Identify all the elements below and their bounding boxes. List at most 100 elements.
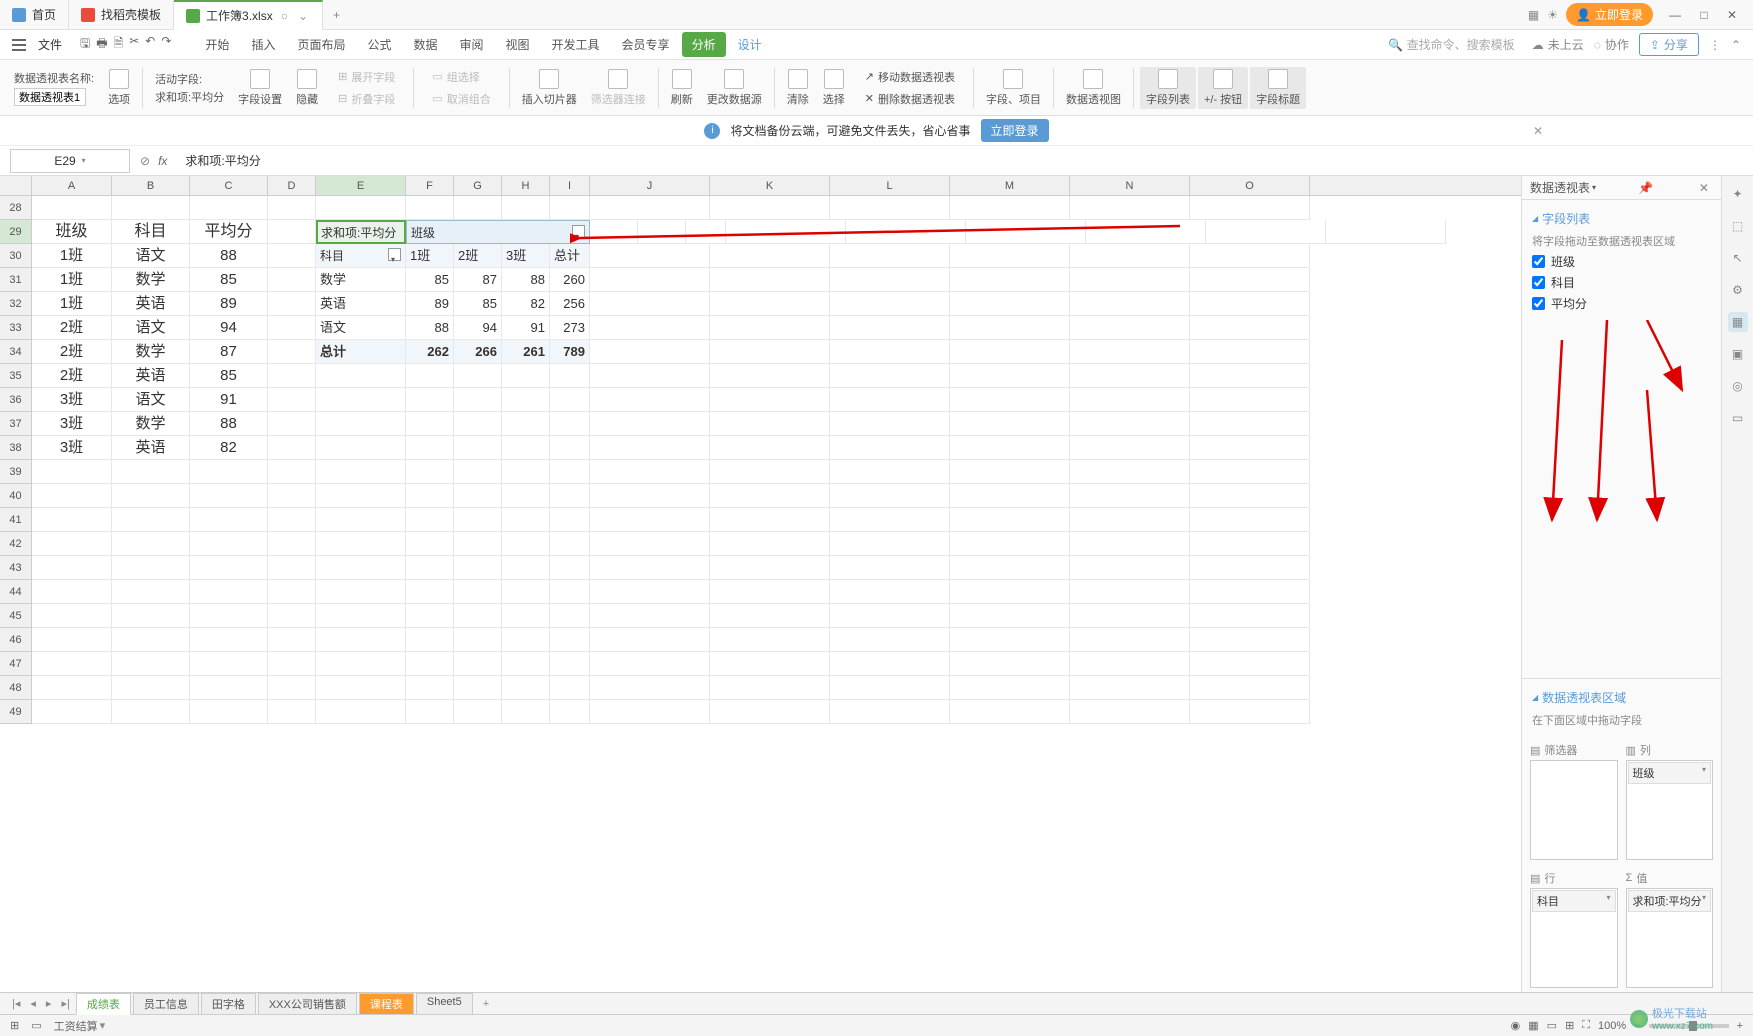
chevron-down-icon[interactable]: ⌄ — [296, 9, 310, 23]
cell[interactable] — [686, 220, 726, 244]
cell[interactable] — [316, 556, 406, 580]
row-header[interactable]: 30 — [0, 244, 32, 268]
cell[interactable] — [830, 436, 950, 460]
cell[interactable] — [1190, 556, 1310, 580]
cell[interactable] — [550, 676, 590, 700]
maximize-icon[interactable]: □ — [1692, 8, 1715, 22]
cell[interactable] — [710, 340, 830, 364]
source-cell[interactable] — [190, 460, 268, 484]
menu-tab-会员专享[interactable]: 会员专享 — [612, 32, 680, 57]
cell[interactable] — [710, 460, 830, 484]
dropdown-icon[interactable] — [572, 225, 585, 238]
pivot-value[interactable]: 85 — [454, 292, 502, 316]
redo-icon[interactable]: ↷ — [161, 34, 171, 55]
cell[interactable] — [268, 388, 316, 412]
column-header[interactable]: K — [710, 176, 830, 195]
cell[interactable] — [406, 484, 454, 508]
source-cell[interactable] — [190, 508, 268, 532]
cell[interactable] — [1190, 292, 1310, 316]
dropdown-icon[interactable] — [388, 248, 401, 261]
cell[interactable] — [830, 628, 950, 652]
cell[interactable] — [454, 532, 502, 556]
pivot-name-input[interactable] — [14, 88, 86, 106]
cell[interactable] — [454, 388, 502, 412]
field-item[interactable]: 平均分 — [1532, 293, 1711, 314]
cell[interactable] — [590, 700, 710, 724]
cell[interactable] — [1070, 652, 1190, 676]
source-cell[interactable]: 2班 — [32, 364, 112, 388]
cell[interactable] — [710, 268, 830, 292]
cell[interactable] — [268, 340, 316, 364]
zoom-in-button[interactable]: + — [1737, 1020, 1743, 1032]
cell[interactable] — [502, 484, 550, 508]
pivot-value[interactable]: 82 — [502, 292, 550, 316]
cell[interactable] — [590, 340, 710, 364]
more-icon[interactable]: ⋮ — [1709, 38, 1721, 52]
print-icon[interactable]: 🖶 — [96, 34, 107, 55]
cell[interactable] — [316, 388, 406, 412]
source-cell[interactable] — [190, 556, 268, 580]
cell[interactable] — [950, 676, 1070, 700]
pivot-col-header[interactable]: 班级 — [406, 220, 590, 244]
cell[interactable] — [454, 412, 502, 436]
pivot-col-label[interactable]: 3班 — [502, 244, 550, 268]
source-cell[interactable] — [190, 676, 268, 700]
cell[interactable] — [710, 532, 830, 556]
source-cell[interactable]: 91 — [190, 388, 268, 412]
field-checkbox[interactable] — [1532, 255, 1545, 268]
pivot-col-label[interactable]: 2班 — [454, 244, 502, 268]
row-header[interactable]: 42 — [0, 532, 32, 556]
source-cell[interactable] — [32, 532, 112, 556]
source-cell[interactable] — [190, 604, 268, 628]
cell[interactable] — [830, 244, 950, 268]
cell[interactable] — [1190, 484, 1310, 508]
cell[interactable] — [268, 196, 316, 220]
field-checkbox[interactable] — [1532, 297, 1545, 310]
cell[interactable] — [710, 700, 830, 724]
cell[interactable] — [550, 532, 590, 556]
source-cell[interactable]: 85 — [190, 268, 268, 292]
cell[interactable] — [1070, 676, 1190, 700]
cell[interactable] — [550, 388, 590, 412]
cell[interactable] — [406, 700, 454, 724]
cell[interactable] — [316, 460, 406, 484]
cell[interactable] — [830, 652, 950, 676]
source-cell[interactable]: 1班 — [32, 268, 112, 292]
cell[interactable] — [830, 532, 950, 556]
field-list-title[interactable]: 字段列表 — [1532, 206, 1711, 231]
cell[interactable] — [454, 700, 502, 724]
cell[interactable] — [710, 316, 830, 340]
pivot-row-label[interactable]: 语文 — [316, 316, 406, 340]
cell[interactable] — [1190, 244, 1310, 268]
row-header[interactable]: 40 — [0, 484, 32, 508]
book-icon[interactable]: ▭ — [31, 1019, 41, 1032]
cell[interactable] — [590, 388, 710, 412]
cell[interactable] — [502, 436, 550, 460]
coop-button[interactable]: ◌协作 — [1594, 36, 1629, 53]
cell[interactable] — [268, 412, 316, 436]
cell[interactable] — [1070, 580, 1190, 604]
cell[interactable] — [1190, 604, 1310, 628]
pin-icon[interactable]: 📌 — [1634, 181, 1657, 195]
column-header[interactable]: M — [950, 176, 1070, 195]
banner-close-icon[interactable]: ✕ — [1533, 124, 1543, 138]
cell[interactable] — [550, 412, 590, 436]
column-header[interactable]: B — [112, 176, 190, 195]
menu-tab-审阅[interactable]: 审阅 — [450, 32, 494, 57]
cell[interactable] — [1070, 412, 1190, 436]
source-cell[interactable] — [32, 460, 112, 484]
hamburger-icon[interactable] — [12, 39, 26, 51]
cell[interactable] — [502, 556, 550, 580]
source-cell[interactable]: 1班 — [32, 244, 112, 268]
row-header[interactable]: 49 — [0, 700, 32, 724]
source-cell[interactable] — [32, 556, 112, 580]
cell[interactable] — [316, 196, 406, 220]
cell[interactable] — [454, 484, 502, 508]
source-cell[interactable] — [112, 676, 190, 700]
select-icon[interactable]: ⬚ — [1728, 216, 1748, 236]
close-icon[interactable]: ✕ — [1719, 8, 1745, 22]
pivot-value[interactable]: 85 — [406, 268, 454, 292]
field-checkbox[interactable] — [1532, 276, 1545, 289]
row-header[interactable]: 32 — [0, 292, 32, 316]
cell[interactable] — [590, 604, 710, 628]
